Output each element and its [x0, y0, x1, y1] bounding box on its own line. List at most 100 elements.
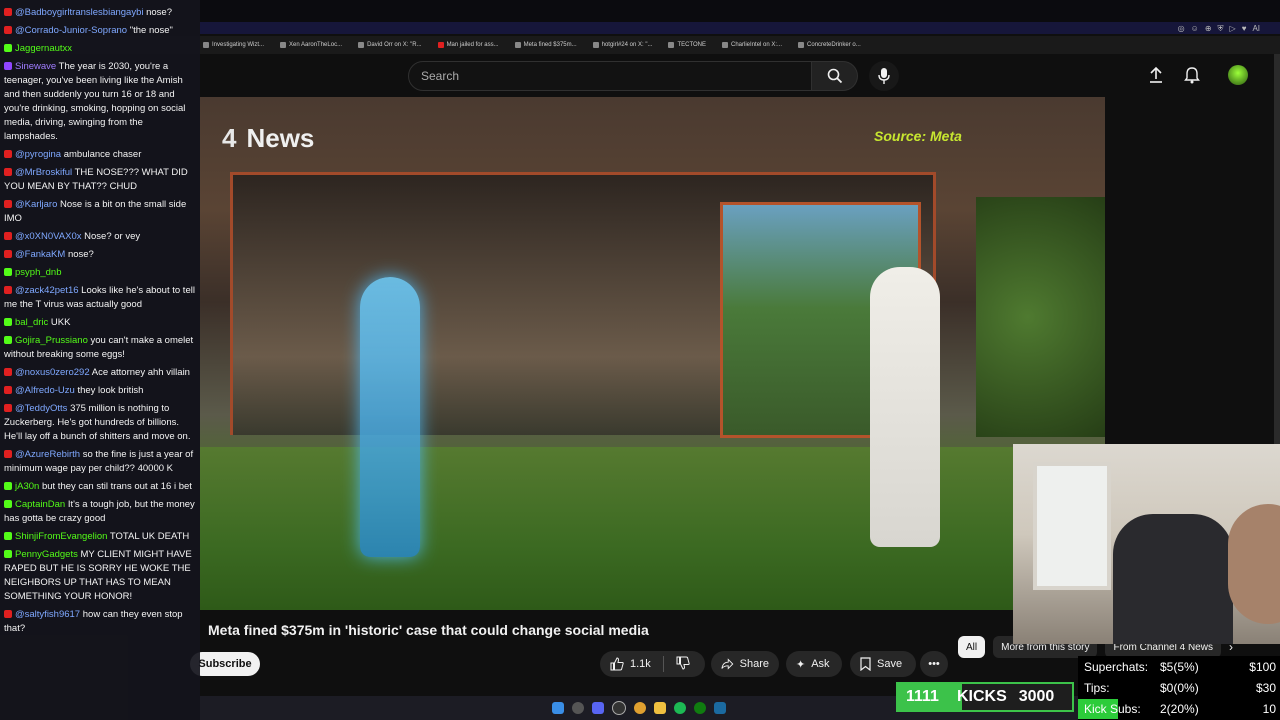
video-scene-lawn [200, 447, 1105, 610]
stat-value: 2(20%) [1160, 702, 1199, 716]
browser-tab[interactable]: CharlieIntel on X:... [714, 42, 790, 48]
stat-goal: $100 [1249, 660, 1276, 674]
chat-username[interactable]: ShinjiFromEvangelion [15, 531, 107, 542]
extension-icon[interactable]: ◎ [1178, 24, 1185, 34]
play-icon[interactable]: ▷ [1230, 24, 1236, 34]
steam-icon[interactable] [714, 702, 726, 714]
ai-extension-label[interactable]: AI [1252, 24, 1260, 34]
spotify-icon[interactable] [674, 702, 686, 714]
browser-tab[interactable]: Meta fined $375m... [507, 42, 585, 48]
chat-username[interactable]: bal_dric [15, 317, 48, 328]
search-input[interactable]: Search [408, 61, 812, 91]
discord-icon[interactable] [592, 702, 604, 714]
chrome-icon[interactable] [634, 702, 646, 714]
chat-username[interactable]: Jaggernautxx [15, 43, 72, 54]
youtube-badge-icon [4, 232, 12, 241]
chat-username[interactable]: @noxus0zero292 [15, 367, 90, 378]
tab-favicon [668, 42, 675, 48]
browser-tab[interactable]: TECTONE [660, 42, 714, 48]
chat-username[interactable]: @Karljaro [15, 199, 57, 210]
kick-badge-icon [4, 550, 12, 559]
subscribe-button[interactable]: Subscribe [190, 652, 260, 676]
chat-username[interactable]: @Alfredo-Uzu [15, 385, 75, 396]
chat-message: @TeddyOtts 375 million is nothing to Zuc… [4, 402, 196, 444]
youtube-badge-icon [4, 610, 12, 619]
chat-username[interactable]: @FankaKM [15, 249, 65, 260]
chat-message: @x0XN0VAX0x Nose? or vey [4, 230, 196, 244]
browser-tab[interactable]: hotgirl#24 on X: "... [585, 42, 661, 48]
youtube-badge-icon [4, 368, 12, 377]
chat-username[interactable]: @saltyfish9617 [15, 609, 80, 620]
live-chat-overlay: @Badboygirltranslesbiangaybi nose? @Corra… [0, 0, 200, 720]
browser-tab[interactable]: Man jailed for ass... [430, 42, 507, 48]
video-title: Meta fined $375m in 'historic' case that… [208, 622, 649, 638]
chat-username[interactable]: @MrBroskiful [15, 167, 72, 178]
chat-message: @Badboygirltranslesbiangaybi nose? [4, 6, 196, 20]
windows-start-icon[interactable] [552, 702, 564, 714]
avatar[interactable] [1228, 65, 1248, 85]
stat-label: Superchats: [1084, 660, 1149, 674]
chat-username[interactable]: @Badboygirltranslesbiangaybi [15, 7, 143, 18]
tab-favicon [358, 42, 365, 48]
xbox-icon[interactable] [694, 702, 706, 714]
chat-username[interactable]: @Corrado-Junior-Soprano [15, 25, 127, 36]
like-button[interactable]: 1.1k [610, 657, 651, 671]
extension-icons[interactable]: ◎ ☺ ⊕ ⛨ ▷ ♥ AI [1178, 24, 1260, 34]
browser-toolbar [200, 22, 1280, 34]
notifications-button[interactable] [1184, 66, 1200, 89]
search-icon[interactable] [572, 702, 584, 714]
extension-icon[interactable]: ⊕ [1205, 24, 1212, 34]
youtube-badge-icon [4, 250, 12, 259]
chat-username[interactable]: Gojira_Prussiano [15, 335, 88, 346]
browser-tab[interactable]: David Orr on X: "R... [350, 42, 429, 48]
chat-message: Gojira_Prussiano you can't make a omelet… [4, 334, 196, 362]
chat-username[interactable]: jA30n [15, 481, 39, 492]
kick-badge-icon [4, 318, 12, 327]
stat-label: Kick Subs: [1084, 702, 1141, 716]
chat-username[interactable]: @TeddyOtts [15, 403, 67, 414]
chat-message: @saltyfish9617 how can they even stop th… [4, 608, 196, 636]
scrollbar[interactable] [1274, 54, 1280, 444]
extension-icon[interactable]: ☺ [1191, 24, 1199, 34]
shield-icon[interactable]: ⛨ [1218, 24, 1224, 34]
twitch-badge-icon [4, 62, 12, 71]
channel-4-news-logo: 4 News [222, 123, 314, 154]
donation-stats: Superchats: $5(5%) $100 Tips: $0(0%) $30… [1078, 656, 1280, 720]
tab-label: David Orr on X: "R... [367, 42, 422, 48]
logo-number: 4 [222, 123, 237, 153]
chat-username[interactable]: @pyrogina [15, 149, 61, 160]
browser-tab[interactable]: Investigating Wizt... [195, 42, 272, 48]
chat-username[interactable]: psyph_dnb [15, 267, 61, 278]
chat-username[interactable]: Sinewave [15, 61, 56, 72]
chat-message: bal_dric UKK [4, 316, 196, 330]
share-button[interactable]: Share [711, 651, 779, 677]
browser-tab[interactable]: ConcreteDrinker o... [790, 42, 869, 48]
like-count: 1.1k [630, 658, 651, 670]
ask-button[interactable]: ✦ Ask [786, 651, 842, 677]
save-button[interactable]: Save [850, 651, 916, 677]
chip-all[interactable]: All [958, 636, 986, 658]
heart-icon[interactable]: ♥ [1242, 24, 1247, 34]
chat-text: but they can stil trans out at 16 i bet [41, 481, 192, 492]
dislike-button[interactable] [676, 656, 690, 673]
folder-icon[interactable] [654, 702, 666, 714]
youtube-badge-icon [4, 286, 12, 295]
chat-username[interactable]: @zack42pet16 [15, 285, 79, 296]
more-actions-button[interactable]: ••• [920, 651, 948, 677]
chat-username[interactable]: CaptainDan [15, 499, 65, 510]
video-player[interactable]: 4 News Source: Meta [200, 97, 1105, 610]
chat-username[interactable]: @x0XN0VAX0x [15, 231, 82, 242]
voice-search-button[interactable] [869, 61, 899, 91]
youtube-badge-icon [4, 150, 12, 159]
browser-tab[interactable]: Xen AaronTheLoc... [272, 42, 350, 48]
create-button[interactable] [1148, 66, 1164, 89]
chat-message: jA30n but they can stil trans out at 16 … [4, 480, 196, 494]
youtube-badge-icon [4, 8, 12, 17]
chat-username[interactable]: @AzureRebirth [15, 449, 80, 460]
obs-icon[interactable] [612, 701, 626, 715]
chat-username[interactable]: PennyGadgets [15, 549, 78, 560]
tab-label: Xen AaronTheLoc... [289, 42, 343, 48]
tab-label: Meta fined $375m... [523, 42, 577, 48]
search-button[interactable] [812, 61, 858, 91]
chat-text: Nose? or vey [84, 231, 141, 242]
